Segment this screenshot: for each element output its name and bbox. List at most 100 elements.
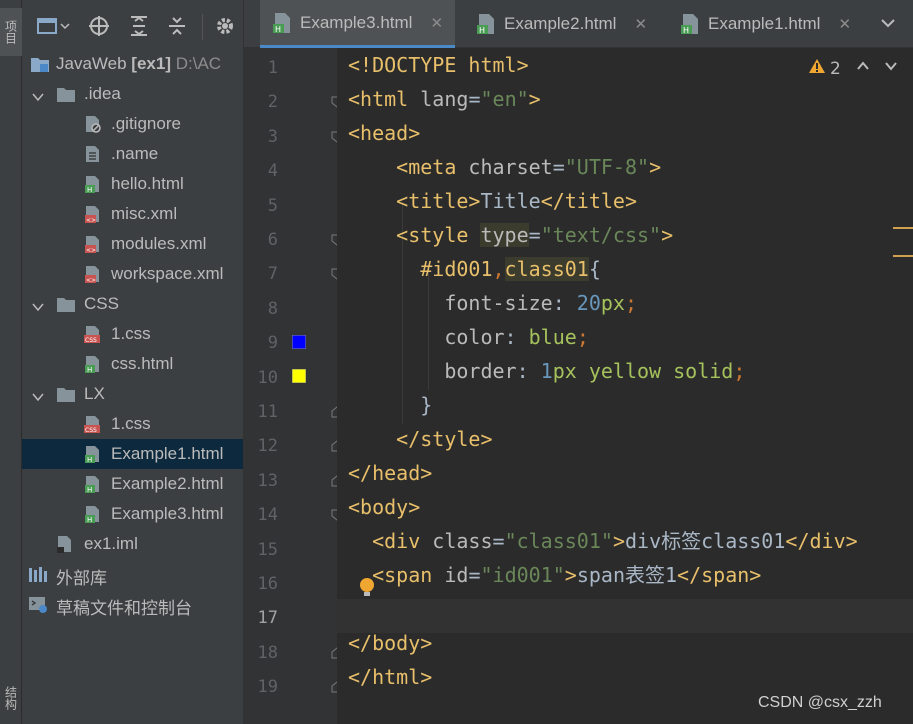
crosshair-icon[interactable] — [88, 15, 110, 37]
tree-item-lx-1css[interactable]: CSS 1.css — [22, 409, 243, 439]
code-line-11: } — [420, 393, 433, 417]
close-icon[interactable]: ✕ — [634, 15, 647, 33]
tree-item-css-html[interactable]: H css.html — [22, 349, 243, 379]
tab-example2[interactable]: H Example2.html ✕ — [476, 0, 647, 48]
tree-item-gitignore[interactable]: .gitignore — [22, 109, 243, 139]
tab-example1[interactable]: H Example1.html ✕ — [680, 0, 851, 48]
previous-highlight-button[interactable] — [856, 58, 870, 77]
line-number: 7 — [267, 264, 278, 285]
code-line-16: <span id="id001">span表签1</span> — [372, 563, 762, 587]
tree-item-css-1css[interactable]: CSS 1.css — [22, 319, 243, 349]
code-line-12: </style> — [396, 427, 493, 451]
line-number: 4 — [267, 161, 278, 182]
tree-item-label: ex1.iml — [84, 534, 138, 553]
line-number: 18 — [257, 642, 278, 663]
expand-all-icon[interactable] — [128, 15, 150, 37]
structure-tool-tab[interactable]: 结构 — [0, 676, 22, 720]
tree-item-external-libraries[interactable]: 外部库 — [22, 559, 243, 589]
tree-item-example2[interactable]: H Example2.html — [22, 469, 243, 499]
html-file-icon: H — [84, 475, 102, 494]
chevron-up-icon — [857, 61, 869, 70]
project-tool-tab[interactable]: 项目 — [0, 8, 22, 56]
close-icon[interactable]: ✕ — [838, 15, 851, 33]
chevron-down-icon[interactable] — [32, 388, 44, 402]
tree-item-hello-html[interactable]: H hello.html — [22, 169, 243, 199]
chevron-down-icon[interactable] — [880, 14, 896, 34]
code-editor[interactable]: <!DOCTYPE html> <html lang="en"> <head> … — [337, 48, 913, 724]
iml-file-icon — [56, 535, 74, 553]
close-icon[interactable]: ✕ — [430, 14, 443, 32]
line-number: 12 — [257, 436, 278, 457]
tree-item-example1[interactable]: H Example1.html — [22, 439, 243, 469]
folder-icon — [56, 295, 75, 313]
inspection-widget[interactable]: 2 — [808, 58, 841, 79]
tree-item-project-root[interactable]: JavaWeb [ex1] D:\AC — [22, 49, 243, 79]
css-file-icon: CSS — [84, 325, 102, 344]
tab-label: Example2.html — [504, 14, 617, 33]
chevron-down-icon[interactable] — [32, 298, 44, 312]
line-number: 1 — [267, 58, 278, 78]
line-number: 13 — [257, 470, 278, 491]
tree-item-example3[interactable]: H Example3.html — [22, 499, 243, 529]
code-line-10: border: 1px yellow solid; — [444, 359, 746, 383]
module-folder-icon — [30, 55, 49, 73]
code-line-1: <!DOCTYPE html> — [348, 53, 529, 77]
svg-text:<>: <> — [86, 277, 96, 283]
tab-list-button[interactable] — [880, 0, 896, 48]
html-file-icon: H — [476, 13, 496, 35]
tree-item-scratches[interactable]: 草稿文件和控制台 — [22, 589, 243, 619]
code-line-7: #id001,class01{ — [420, 257, 601, 281]
tree-item-label: hello.html — [111, 174, 184, 193]
line-number: 5 — [267, 195, 278, 216]
intention-bulb-icon[interactable] — [359, 577, 375, 599]
next-highlight-button[interactable] — [884, 58, 898, 77]
gear-icon[interactable] — [214, 15, 236, 37]
tree-item-lx-folder[interactable]: LX — [22, 379, 243, 409]
tree-item-modules-xml[interactable]: <> modules.xml — [22, 229, 243, 259]
tree-item-label: .idea — [84, 84, 121, 103]
svg-text:H: H — [87, 456, 92, 463]
color-swatch-yellow[interactable] — [291, 368, 307, 384]
xml-file-icon: <> — [84, 235, 102, 254]
tree-item-label: Example2.html — [111, 474, 224, 493]
tree-item-workspace-xml[interactable]: <> workspace.xml — [22, 259, 243, 289]
text-file-icon — [84, 145, 102, 163]
tree-item-label: .gitignore — [111, 114, 181, 133]
tree-item-misc-xml[interactable]: <> misc.xml — [22, 199, 243, 229]
color-swatch-blue[interactable] — [291, 334, 307, 350]
tree-item-label: Example3.html — [111, 504, 224, 523]
code-line-4: <meta charset="UTF-8"> — [396, 155, 662, 179]
folder-icon — [56, 85, 75, 103]
code-line-5: <title>Title</title> — [396, 189, 638, 213]
project-path: D:\AC — [175, 54, 222, 73]
line-number: 6 — [267, 230, 278, 250]
code-line-9: color: blue; — [444, 325, 589, 349]
svg-text:H: H — [683, 26, 689, 35]
line-number: 16 — [257, 574, 278, 594]
chevron-down-icon[interactable] — [32, 88, 44, 102]
window-icon[interactable] — [34, 15, 74, 37]
tree-item-label: modules.xml — [111, 234, 207, 253]
scrollbar-marker[interactable] — [893, 227, 913, 229]
html-file-icon: H — [84, 505, 102, 524]
line-number: 8 — [267, 298, 278, 319]
tree-item-iml[interactable]: ex1.iml — [22, 529, 243, 559]
tree-item-css-folder[interactable]: CSS — [22, 289, 243, 319]
project-toolbar — [22, 0, 243, 48]
folder-icon — [56, 385, 75, 403]
xml-file-icon: <> — [84, 265, 102, 284]
tool-window-strip: 项目 结构 — [0, 0, 22, 724]
line-number: 11 — [257, 402, 278, 422]
line-number: 19 — [257, 677, 278, 698]
collapse-all-icon[interactable] — [166, 15, 188, 37]
tab-example3[interactable]: H Example3.html ✕ — [260, 0, 456, 48]
library-icon — [28, 565, 47, 583]
svg-text:CSS: CSS — [85, 337, 97, 343]
scrollbar-marker[interactable] — [893, 255, 913, 257]
tree-item-idea-folder[interactable]: .idea — [22, 79, 243, 109]
svg-text:H: H — [87, 366, 92, 373]
svg-text:<>: <> — [86, 247, 96, 253]
editor-gutter: 1 2 3 4 5 6 7 8 9 10 11 12 13 14 15 16 17 18 19 — [244, 48, 343, 724]
tree-item-name-file[interactable]: .name — [22, 139, 243, 169]
code-line-2: <html lang="en"> — [348, 87, 541, 111]
